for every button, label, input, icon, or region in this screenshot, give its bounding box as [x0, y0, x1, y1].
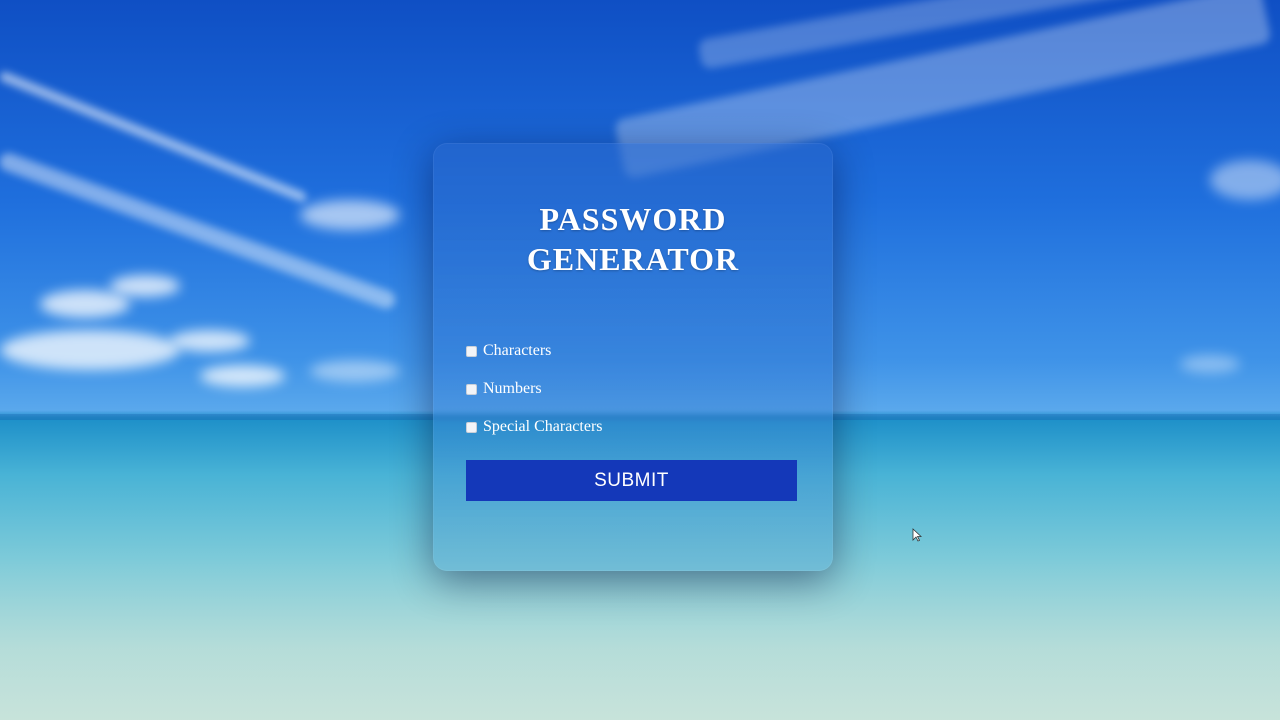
title-line-2: GENERATOR: [526, 241, 740, 277]
cloud: [170, 330, 250, 352]
special-characters-label: Special Characters: [483, 418, 603, 435]
mouse-pointer-icon: [912, 528, 922, 542]
cloud: [1180, 355, 1240, 373]
special-characters-checkbox[interactable]: [466, 421, 477, 433]
submit-button[interactable]: SUBMIT: [466, 460, 797, 501]
sea-glare: [0, 560, 1280, 720]
characters-checkbox[interactable]: [466, 345, 477, 357]
cloud: [40, 290, 130, 318]
page-title: PASSWORD GENERATOR: [433, 199, 833, 279]
cloud: [300, 200, 400, 230]
password-generator-card: PASSWORD GENERATOR Characters Numbers Sp…: [433, 143, 833, 571]
options-list: Characters Numbers Special Characters: [466, 340, 603, 454]
characters-label: Characters: [483, 342, 552, 359]
cloud: [0, 330, 180, 370]
numbers-label: Numbers: [483, 380, 542, 397]
option-numbers[interactable]: Numbers: [466, 378, 603, 400]
cloud: [110, 275, 180, 297]
option-special-characters[interactable]: Special Characters: [466, 416, 603, 438]
numbers-checkbox[interactable]: [466, 383, 477, 395]
title-line-1: PASSWORD: [539, 201, 727, 237]
cloud: [310, 360, 400, 382]
cloud-streak: [0, 150, 398, 312]
option-characters[interactable]: Characters: [466, 340, 603, 362]
cloud: [1210, 160, 1280, 200]
cloud: [200, 365, 285, 387]
